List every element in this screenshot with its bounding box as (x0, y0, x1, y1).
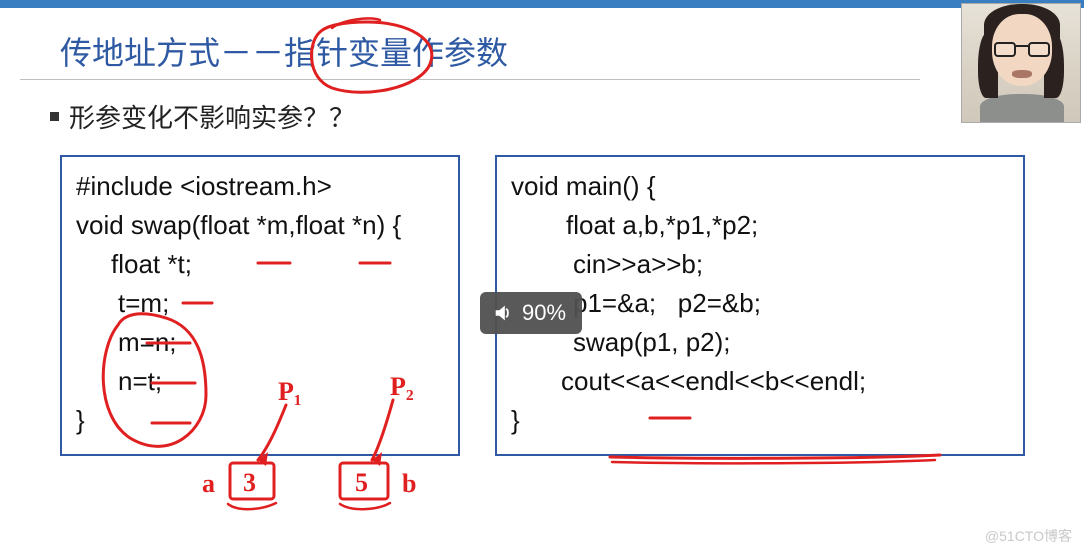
code-left-line-3: float *t; (76, 245, 444, 284)
title-underline (20, 79, 920, 80)
window-titlebar (0, 0, 1084, 8)
code-right-line-4: p1=&a; p2=&b; (511, 284, 1009, 323)
volume-osd: 90% (480, 292, 582, 334)
bullet-line: 形参变化不影响实参？？ (50, 98, 1039, 135)
code-right-line-3: cin>>a>>b; (511, 245, 1009, 284)
code-box-left: #include <iostream.h> void swap(float *m… (60, 155, 460, 456)
webcam-overlay (961, 3, 1081, 123)
code-right-line-1: void main() { (511, 167, 1009, 206)
code-right-line-6: cout<<a<<endl<<b<<endl; (511, 362, 1009, 401)
code-left-line-4: t=m; (76, 284, 444, 323)
code-left-line-1: #include <iostream.h> (76, 167, 444, 206)
code-right-line-2: float a,b,*p1,*p2; (511, 206, 1009, 245)
slide-content: 传地址方式－－指针变量作参数 形参变化不影响实参？？ #include <ios… (0, 8, 1084, 476)
watermark: @51CTO博客 (985, 526, 1072, 546)
code-right-line-5: swap(p1, p2); (511, 323, 1009, 362)
watermark-text: @51CTO博客 (985, 528, 1072, 544)
code-left-line-2: void swap(float *m,float *n) { (76, 206, 444, 245)
code-left-line-6: n=t; (76, 362, 444, 401)
volume-value: 90% (522, 300, 566, 326)
slide-title: 传地址方式－－指针变量作参数 (60, 28, 960, 80)
speaker-icon (492, 302, 514, 324)
bullet-square-icon (50, 112, 59, 121)
bullet-text: 形参变化不影响实参？？ (69, 98, 355, 135)
slide-title-text: 传地址方式－－指针变量作参数 (60, 35, 508, 71)
code-left-line-7: } (76, 401, 444, 440)
code-right-line-7: } (511, 401, 1009, 440)
code-left-line-5: m=n; (76, 323, 444, 362)
